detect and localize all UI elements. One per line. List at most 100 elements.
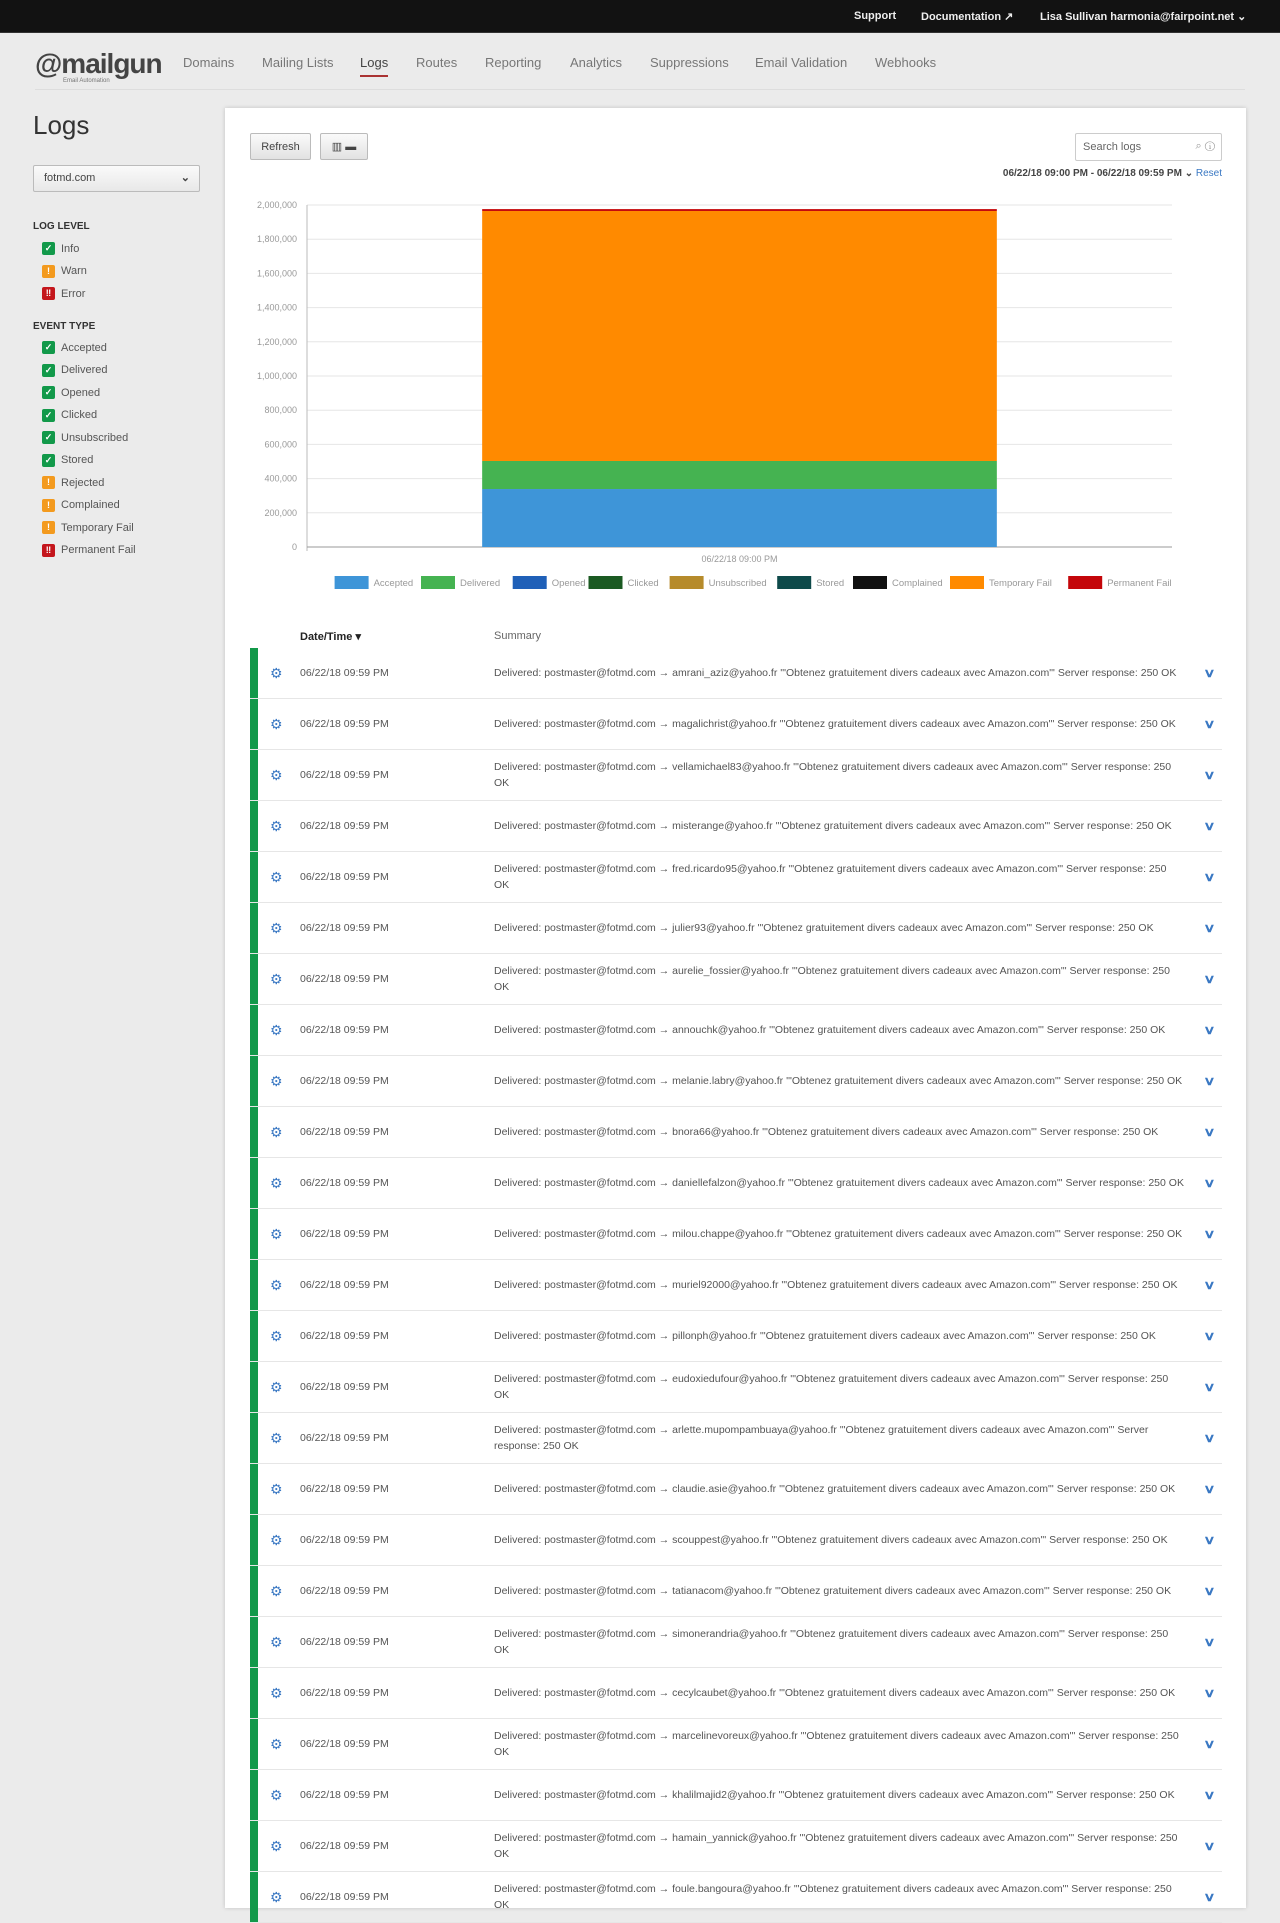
gear-icon[interactable]: ⚙ xyxy=(270,1379,283,1396)
filter-permanent-fail[interactable]: ‼ Permanent Fail xyxy=(42,543,136,557)
expand-chevron-icon[interactable]: ∨ xyxy=(1203,819,1215,833)
table-row[interactable]: ⚙ 06/22/18 09:59 PM Delivered: postmaster@… xyxy=(250,1158,1222,1209)
expand-chevron-icon[interactable]: ∨ xyxy=(1203,1788,1215,1802)
table-row[interactable]: ⚙ 06/22/18 09:59 PM Delivered: postmaster@… xyxy=(250,750,1222,801)
table-row[interactable]: ⚙ 06/22/18 09:59 PM Delivered: postmaster@… xyxy=(250,1566,1222,1617)
checkbox-checked-icon[interactable]: ✓ xyxy=(42,341,55,354)
expand-chevron-icon[interactable]: ∨ xyxy=(1203,1278,1215,1292)
expand-chevron-icon[interactable]: ∨ xyxy=(1203,1482,1215,1496)
mailgun-logo[interactable]: @mailgun Email Automation xyxy=(35,48,163,84)
table-row[interactable]: ⚙ 06/22/18 09:59 PM Delivered: postmaster@… xyxy=(250,1311,1222,1362)
warning-icon[interactable]: ! xyxy=(42,476,55,489)
table-row[interactable]: ⚙ 06/22/18 09:59 PM Delivered: postmaster@… xyxy=(250,1515,1222,1566)
expand-chevron-icon[interactable]: ∨ xyxy=(1203,1737,1215,1751)
expand-chevron-icon[interactable]: ∨ xyxy=(1203,921,1215,935)
nav-analytics[interactable]: Analytics xyxy=(570,55,622,70)
error-icon[interactable]: ‼ xyxy=(42,287,55,300)
table-row[interactable]: ⚙ 06/22/18 09:59 PM Delivered: postmaster@… xyxy=(250,852,1222,903)
expand-chevron-icon[interactable]: ∨ xyxy=(1203,1380,1215,1394)
expand-chevron-icon[interactable]: ∨ xyxy=(1203,1125,1215,1139)
table-row[interactable]: ⚙ 06/22/18 09:59 PM Delivered: postmaster@… xyxy=(250,1617,1222,1668)
gear-icon[interactable]: ⚙ xyxy=(270,920,283,937)
expand-chevron-icon[interactable]: ∨ xyxy=(1203,1890,1215,1904)
gear-icon[interactable]: ⚙ xyxy=(270,1481,283,1498)
nav-suppressions[interactable]: Suppressions xyxy=(650,55,729,70)
datetime-column-header[interactable]: Date/Time ▾ xyxy=(300,630,361,643)
checkbox-checked-icon[interactable]: ✓ xyxy=(42,453,55,467)
filter-warn[interactable]: ! Warn xyxy=(42,264,87,278)
table-row[interactable]: ⚙ 06/22/18 09:59 PM Delivered: postmaster@… xyxy=(250,1668,1222,1719)
user-menu[interactable]: Lisa Sullivan harmonia@fairpoint.net ⌄ xyxy=(1040,10,1246,23)
table-row[interactable]: ⚙ 06/22/18 09:59 PM Delivered: postmaster@… xyxy=(250,648,1222,699)
filter-clicked[interactable]: ✓ Clicked xyxy=(42,408,97,422)
expand-chevron-icon[interactable]: ∨ xyxy=(1203,1533,1215,1547)
filter-opened[interactable]: ✓ Opened xyxy=(42,386,100,399)
filter-stored[interactable]: ✓ Stored xyxy=(42,453,93,467)
table-row[interactable]: ⚙ 06/22/18 09:59 PM Delivered: postmaster@… xyxy=(250,801,1222,852)
checkbox-checked-icon[interactable]: ✓ xyxy=(42,363,55,377)
expand-chevron-icon[interactable]: ∨ xyxy=(1203,717,1215,731)
expand-chevron-icon[interactable]: ∨ xyxy=(1203,870,1215,884)
nav-webhooks[interactable]: Webhooks xyxy=(875,55,936,70)
gear-icon[interactable]: ⚙ xyxy=(270,1787,283,1804)
gear-icon[interactable]: ⚙ xyxy=(270,1226,283,1243)
gear-icon[interactable]: ⚙ xyxy=(270,665,283,682)
checkbox-checked-icon[interactable]: ✓ xyxy=(42,431,55,444)
table-row[interactable]: ⚙ 06/22/18 09:59 PM Delivered: postmaster@… xyxy=(250,1107,1222,1158)
gear-icon[interactable]: ⚙ xyxy=(270,1838,283,1855)
filter-complained[interactable]: ! Complained xyxy=(42,498,120,512)
nav-logs[interactable]: Logs xyxy=(360,55,389,77)
table-row[interactable]: ⚙ 06/22/18 09:59 PM Delivered: postmaster@… xyxy=(250,1413,1222,1464)
expand-chevron-icon[interactable]: ∨ xyxy=(1203,1176,1215,1190)
documentation-link[interactable]: Documentation ↗ xyxy=(921,10,1013,23)
nav-mailing-lists[interactable]: Mailing Lists xyxy=(262,55,334,70)
gear-icon[interactable]: ⚙ xyxy=(270,1328,283,1345)
table-row[interactable]: ⚙ 06/22/18 09:59 PM Delivered: postmaster@… xyxy=(250,1464,1222,1515)
filter-error[interactable]: ‼ Error xyxy=(42,287,85,300)
table-row[interactable]: ⚙ 06/22/18 09:59 PM Delivered: postmaster@… xyxy=(250,699,1222,750)
gear-icon[interactable]: ⚙ xyxy=(270,1736,283,1753)
gear-icon[interactable]: ⚙ xyxy=(270,1175,283,1192)
expand-chevron-icon[interactable]: ∨ xyxy=(1203,1329,1215,1343)
gear-icon[interactable]: ⚙ xyxy=(270,1277,283,1294)
filter-rejected[interactable]: ! Rejected xyxy=(42,476,104,489)
gear-icon[interactable]: ⚙ xyxy=(270,716,283,733)
nav-email-validation[interactable]: Email Validation xyxy=(755,55,847,70)
nav-routes[interactable]: Routes xyxy=(416,55,457,70)
expand-chevron-icon[interactable]: ∨ xyxy=(1203,1635,1215,1649)
checkbox-checked-icon[interactable]: ✓ xyxy=(42,386,55,399)
table-row[interactable]: ⚙ 06/22/18 09:59 PM Delivered: postmaster@… xyxy=(250,1005,1222,1056)
gear-icon[interactable]: ⚙ xyxy=(270,971,283,988)
expand-chevron-icon[interactable]: ∨ xyxy=(1203,1074,1215,1088)
table-row[interactable]: ⚙ 06/22/18 09:59 PM Delivered: postmaster@… xyxy=(250,1719,1222,1770)
checkbox-checked-icon[interactable]: ✓ xyxy=(42,408,55,422)
filter-accepted[interactable]: ✓ Accepted xyxy=(42,341,107,354)
gear-icon[interactable]: ⚙ xyxy=(270,1022,283,1039)
expand-chevron-icon[interactable]: ∨ xyxy=(1203,1227,1215,1241)
gear-icon[interactable]: ⚙ xyxy=(270,818,283,835)
filter-delivered[interactable]: ✓ Delivered xyxy=(42,363,107,377)
domain-select[interactable]: fotmd.com ⌄ xyxy=(33,165,200,192)
gear-icon[interactable]: ⚙ xyxy=(270,1430,283,1447)
expand-chevron-icon[interactable]: ∨ xyxy=(1203,1023,1215,1037)
expand-chevron-icon[interactable]: ∨ xyxy=(1203,1584,1215,1598)
filter-temporary-fail[interactable]: ! Temporary Fail xyxy=(42,521,134,534)
error-icon[interactable]: ‼ xyxy=(42,543,55,557)
expand-chevron-icon[interactable]: ∨ xyxy=(1203,1839,1215,1853)
gear-icon[interactable]: ⚙ xyxy=(270,869,283,886)
table-row[interactable]: ⚙ 06/22/18 09:59 PM Delivered: postmaster@… xyxy=(250,1260,1222,1311)
table-row[interactable]: ⚙ 06/22/18 09:59 PM Delivered: postmaster@… xyxy=(250,903,1222,954)
gear-icon[interactable]: ⚙ xyxy=(270,1073,283,1090)
checkbox-checked-icon[interactable]: ✓ xyxy=(42,242,55,255)
gear-icon[interactable]: ⚙ xyxy=(270,767,283,784)
table-row[interactable]: ⚙ 06/22/18 09:59 PM Delivered: postmaster@… xyxy=(250,954,1222,1005)
expand-chevron-icon[interactable]: ∨ xyxy=(1203,1431,1215,1445)
warning-icon[interactable]: ! xyxy=(42,521,55,534)
expand-chevron-icon[interactable]: ∨ xyxy=(1203,1686,1215,1700)
expand-chevron-icon[interactable]: ∨ xyxy=(1203,972,1215,986)
warning-icon[interactable]: ! xyxy=(42,498,55,512)
filter-info[interactable]: ✓ Info xyxy=(42,242,79,255)
gear-icon[interactable]: ⚙ xyxy=(270,1889,283,1906)
table-row[interactable]: ⚙ 06/22/18 09:59 PM Delivered: postmaster@… xyxy=(250,1821,1222,1872)
gear-icon[interactable]: ⚙ xyxy=(270,1685,283,1702)
